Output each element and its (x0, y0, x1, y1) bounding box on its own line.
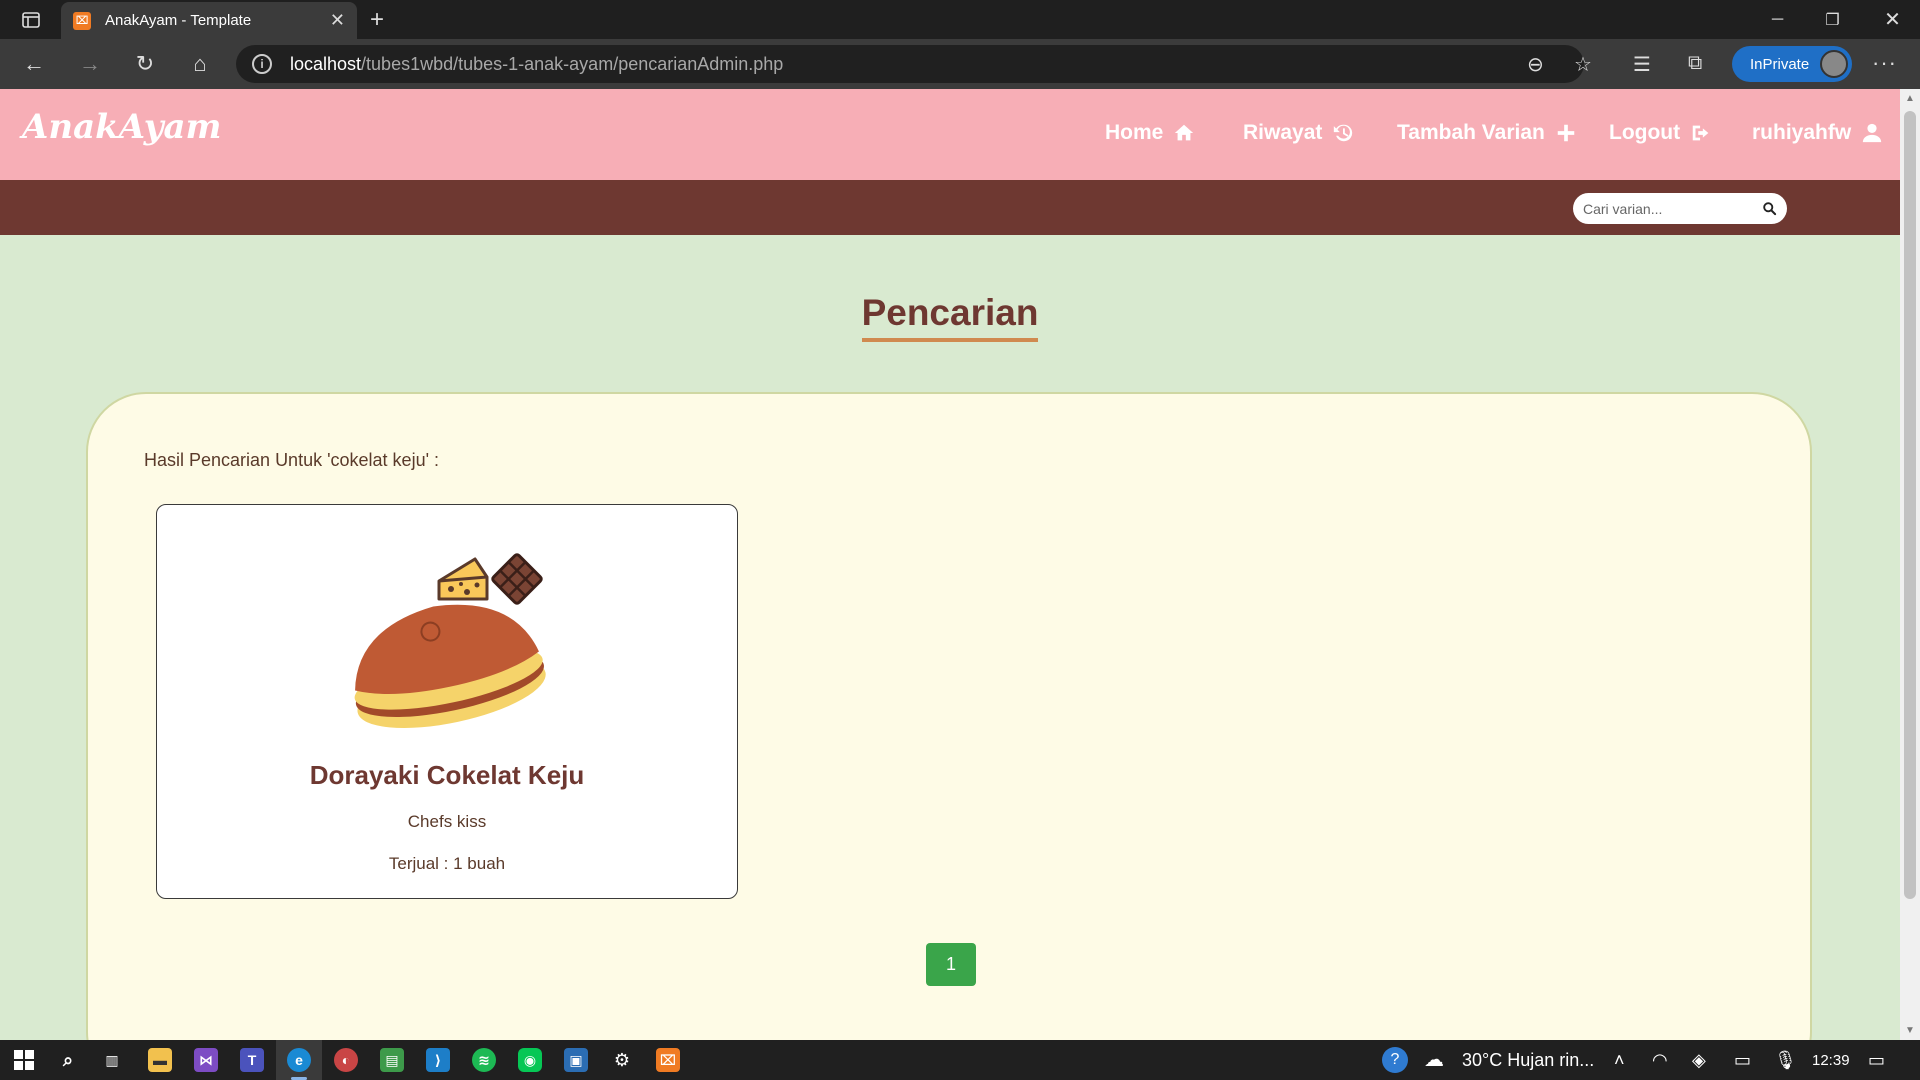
search-input[interactable] (1583, 200, 1762, 217)
wifi-icon[interactable]: ◠ (1652, 1050, 1668, 1071)
back-icon[interactable]: ← (18, 49, 50, 79)
nav-riwayat-label: Riwayat (1243, 121, 1323, 144)
top-navbar: AnakAyam Home Riwayat Tambah Varian Logo… (0, 89, 1900, 180)
microphone-icon[interactable]: 🎙 (1774, 1050, 1797, 1071)
search-box (1573, 193, 1787, 224)
search-taskbar-icon[interactable]: ⌕ (56, 1048, 80, 1072)
scroll-down-icon[interactable]: ▼ (1905, 1025, 1915, 1036)
profile-avatar (1820, 50, 1848, 78)
page-scrollbar[interactable]: ▲ ▼ (1900, 89, 1920, 1040)
forward-icon[interactable]: → (74, 49, 106, 79)
battery-icon[interactable]: ▭ (1734, 1050, 1751, 1071)
scrollbar-thumb[interactable] (1904, 111, 1916, 899)
more-icon[interactable]: ··· (1872, 50, 1897, 76)
windows-start-icon[interactable] (12, 1048, 36, 1072)
clock-time[interactable]: 12:39 (1812, 1052, 1850, 1069)
line-icon[interactable]: ◉ (518, 1048, 542, 1072)
brand-logo[interactable]: AnakAyam (22, 107, 221, 147)
zoom-icon[interactable]: ⊖ (1527, 52, 1544, 77)
minimize-icon[interactable]: ─ (1750, 0, 1805, 39)
favorite-add-icon[interactable]: ☆ (1574, 52, 1592, 77)
nav-logout-label: Logout (1609, 121, 1681, 144)
app-icon[interactable]: ◐ (334, 1048, 358, 1072)
windows-taskbar: ⌕ ▥ ▬ ⋈ T e ◐ ▤ ⟩ ≋ ◉ ▣ ⚙ ⌧ ? ☁ 30°C Huj… (0, 1040, 1920, 1080)
search-result-label: Hasil Pencarian Untuk 'cokelat keju' : (144, 450, 440, 470)
tab-title: AnakAyam - Template (105, 12, 252, 29)
history-icon (1334, 124, 1353, 142)
home-icon (1175, 124, 1194, 141)
dorayaki-cheese-chocolate-image (354, 553, 546, 729)
nav-home[interactable]: Home (1105, 121, 1195, 145)
new-tab-icon[interactable]: + (370, 6, 384, 34)
tray-chevron-icon[interactable]: ˄ (1614, 1050, 1625, 1071)
nav-logout[interactable]: Logout (1609, 121, 1712, 145)
file-explorer-icon[interactable]: ▬ (148, 1048, 172, 1072)
vscode-icon[interactable]: ⟩ (426, 1048, 450, 1072)
tab-actions-icon[interactable] (14, 8, 48, 32)
home-browser-icon[interactable]: ⌂ (184, 49, 216, 79)
restore-icon[interactable]: ❐ (1805, 0, 1860, 39)
edge-icon[interactable]: e (287, 1048, 311, 1072)
xampp-icon: ⌧ (73, 11, 91, 30)
notification-icon[interactable]: ▭ (1868, 1050, 1885, 1071)
browser-titlebar: ⌧ AnakAyam - Template ✕ + ─ ❐ ✕ (0, 0, 1920, 39)
search-icon[interactable] (1762, 201, 1777, 216)
xampp-taskbar-icon[interactable]: ⌧ (656, 1048, 680, 1072)
refresh-icon[interactable]: ↻ (129, 49, 161, 79)
web-page: AnakAyam Home Riwayat Tambah Varian Logo… (0, 89, 1900, 1040)
tab-close-icon[interactable]: ✕ (330, 10, 345, 31)
user-icon (1863, 123, 1882, 143)
collections-icon[interactable]: ⧉ (1688, 52, 1702, 75)
nav-user-label: ruhiyahfw (1752, 121, 1852, 144)
nav-home-label: Home (1105, 121, 1164, 144)
scroll-up-icon[interactable]: ▲ (1905, 93, 1915, 104)
pagination-page-button[interactable]: 1 (926, 943, 976, 986)
address-bar[interactable]: i localhost/tubes1wbd/tubes-1-anak-ayam/… (236, 45, 1584, 83)
url-path: /tubes1wbd/tubes-1-anak-ayam/pencarianAd… (361, 53, 784, 74)
url-host: localhost (290, 53, 362, 74)
notepad-icon[interactable]: ▤ (380, 1048, 404, 1072)
product-name: Dorayaki Cokelat Keju (309, 760, 585, 790)
visual-studio-icon[interactable]: ⋈ (194, 1048, 218, 1072)
nav-tambah-label: Tambah Varian (1397, 121, 1545, 144)
nav-user[interactable]: ruhiyahfw (1752, 121, 1883, 145)
favorites-icon[interactable]: ☰ (1633, 52, 1651, 77)
photos-icon[interactable]: ▣ (564, 1048, 588, 1072)
page-title: Pencarian (861, 292, 1039, 342)
browser-tab[interactable]: ⌧ AnakAyam - Template ✕ (61, 2, 357, 39)
results-panel: Hasil Pencarian Untuk 'cokelat keju' : D… (86, 392, 1812, 1040)
plus-icon (1557, 124, 1575, 142)
site-info-icon[interactable]: i (252, 54, 272, 74)
page-heading: Pencarian (0, 292, 1900, 342)
product-description: Chefs kiss (407, 812, 487, 831)
product-sold-count: Terjual : 1 buah (388, 854, 506, 873)
task-view-icon[interactable]: ▥ (100, 1048, 124, 1072)
tray-app-icon[interactable]: ◈ (1692, 1050, 1706, 1071)
inprivate-button[interactable]: InPrivate (1732, 46, 1852, 82)
help-icon[interactable]: ? (1382, 1047, 1408, 1073)
browser-toolbar: ← → ↻ ⌂ i localhost/tubes1wbd/tubes-1-an… (0, 39, 1920, 89)
settings-icon[interactable]: ⚙ (610, 1048, 634, 1072)
weather-icon[interactable]: ☁ (1424, 1047, 1444, 1072)
teams-icon[interactable]: T (240, 1048, 264, 1072)
logout-icon (1692, 125, 1709, 141)
nav-tambah-varian[interactable]: Tambah Varian (1397, 121, 1577, 145)
search-bar-strip (0, 180, 1900, 235)
weather-text[interactable]: 30°C Hujan rin... (1462, 1050, 1594, 1071)
nav-riwayat[interactable]: Riwayat (1243, 121, 1354, 145)
product-card[interactable]: Dorayaki Cokelat Keju Chefs kiss Terjual… (156, 504, 738, 899)
spotify-icon[interactable]: ≋ (472, 1048, 496, 1072)
inprivate-label: InPrivate (1750, 55, 1810, 73)
window-close-icon[interactable]: ✕ (1865, 0, 1920, 39)
